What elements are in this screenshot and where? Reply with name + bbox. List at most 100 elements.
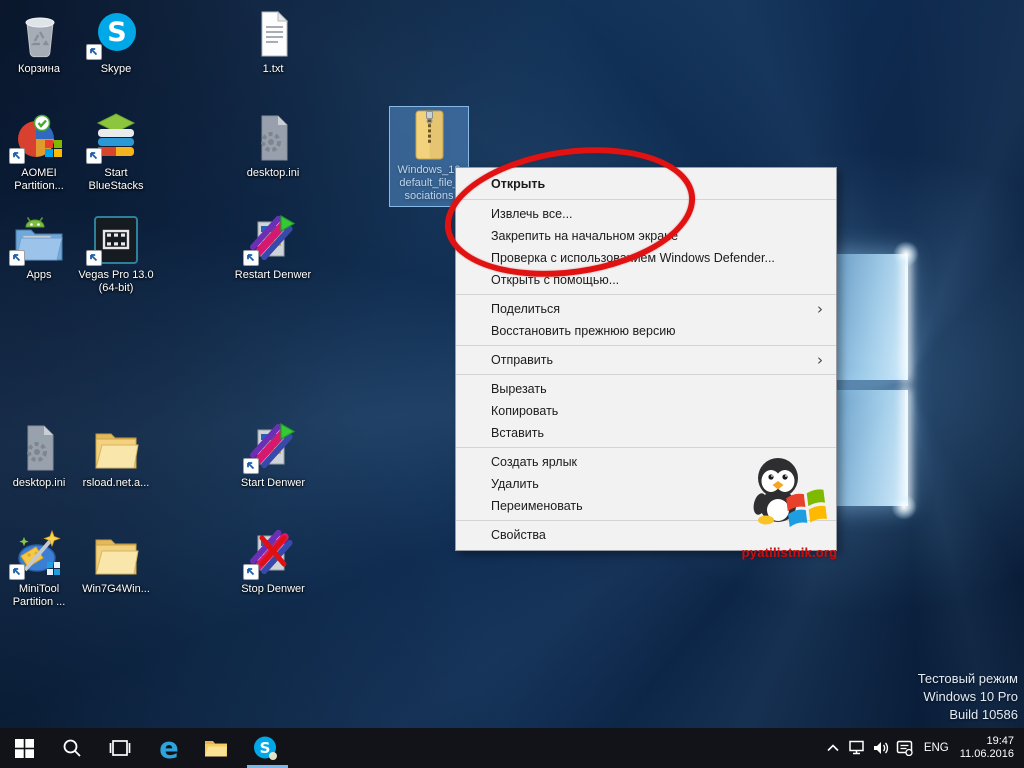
desktop-icon-1txt[interactable]: 1.txt	[234, 8, 312, 76]
denwer-feather-stop-icon	[245, 528, 301, 580]
task-view-icon	[108, 739, 132, 757]
desktop-icon-label: Start BlueStacks	[77, 167, 155, 193]
shortcut-arrow-icon	[86, 148, 102, 164]
desktop-icon-vegas-pro[interactable]: Vegas Pro 13.0 (64-bit)	[77, 214, 155, 295]
wallpaper-window-pane-top	[828, 254, 907, 380]
desktop-icon-label: Apps	[0, 269, 78, 282]
volume-icon	[872, 740, 890, 756]
site-watermark: pyatilistnik.org	[737, 450, 842, 560]
desktop-icon-rsload-folder[interactable]: rsload.net.a...	[77, 422, 155, 490]
desktop-icon-start-denwer[interactable]: Start Denwer	[234, 422, 312, 490]
desktop-icon-label: Win7G4Win...	[77, 583, 155, 596]
apps-folder-icon	[11, 214, 67, 266]
menu-item-share[interactable]: Поделиться›	[456, 298, 836, 320]
submenu-arrow-icon: ›	[817, 298, 823, 320]
menu-item-cut[interactable]: Вырезать	[456, 378, 836, 400]
search-button[interactable]	[50, 728, 94, 768]
shortcut-arrow-icon	[243, 250, 259, 266]
skype-icon: S	[88, 8, 144, 60]
windows-logo-icon	[15, 739, 34, 758]
start-button[interactable]	[2, 728, 46, 768]
tray-volume-button[interactable]	[869, 728, 893, 768]
menu-item-send-to[interactable]: Отправить›	[456, 349, 836, 371]
task-view-button[interactable]	[98, 728, 142, 768]
ini-file-icon	[11, 422, 67, 474]
menu-separator	[456, 345, 836, 346]
edge-icon: e	[159, 731, 179, 765]
tray-chevron-button[interactable]	[821, 728, 845, 768]
desktop-icon-label: desktop.ini	[234, 167, 312, 180]
chevron-up-icon	[827, 744, 839, 752]
text-file-icon	[245, 8, 301, 60]
folder-icon	[88, 528, 144, 580]
language-indicator[interactable]: ENG	[917, 742, 956, 754]
denwer-feather-icon	[245, 422, 301, 474]
shortcut-arrow-icon	[9, 250, 25, 266]
tray-action-center-button[interactable]	[893, 728, 917, 768]
desktop-icon-label: Skype	[77, 63, 155, 76]
windows-build-watermark: Тестовый режим Windows 10 Pro Build 1058…	[918, 670, 1018, 724]
edge-button[interactable]: e	[147, 728, 191, 768]
clock[interactable]: 19:47 11.06.2016	[956, 735, 1024, 761]
desktop-icon-label: Restart Denwer	[234, 269, 312, 282]
shortcut-arrow-icon	[86, 250, 102, 266]
clock-time: 19:47	[960, 735, 1014, 748]
menu-item-restore-previous-version[interactable]: Восстановить прежнюю версию	[456, 320, 836, 342]
recycle-bin-icon	[11, 8, 67, 60]
shortcut-arrow-icon	[243, 458, 259, 474]
desktop-icon-label: rsload.net.a...	[77, 477, 155, 490]
file-explorer-button[interactable]	[194, 728, 238, 768]
desktop-icon-desktop-ini[interactable]: desktop.ini	[234, 112, 312, 180]
submenu-arrow-icon: ›	[817, 349, 823, 371]
zip-file-icon	[401, 109, 457, 161]
menu-separator	[456, 374, 836, 375]
clock-date: 11.06.2016	[960, 748, 1014, 761]
skype-taskbar-button[interactable]: S	[243, 728, 287, 768]
penguin-logo	[740, 450, 840, 546]
desktop-icon-label: MiniTool Partition ...	[0, 583, 78, 609]
desktop-icon-label: Vegas Pro 13.0 (64-bit)	[77, 269, 155, 295]
desktop-icon-skype[interactable]: S Skype	[77, 8, 155, 76]
menu-item-paste[interactable]: Вставить	[456, 422, 836, 444]
shortcut-arrow-icon	[9, 564, 25, 580]
skype-icon: S	[252, 735, 278, 761]
wallpaper-glow-dot	[893, 241, 919, 267]
menu-separator	[456, 447, 836, 448]
desktop-icon-label: 1.txt	[234, 63, 312, 76]
desktop-icon-bluestacks[interactable]: Start BlueStacks	[77, 112, 155, 193]
desktop-icon-recycle-bin[interactable]: Корзина	[0, 8, 78, 76]
ini-file-icon	[245, 112, 301, 164]
svg-text:S: S	[107, 17, 126, 48]
desktop-icon-stop-denwer[interactable]: Stop Denwer	[234, 528, 312, 596]
action-center-icon	[896, 740, 913, 756]
svg-text:S: S	[260, 739, 271, 757]
desktop-screen: Корзина S Skype 1.txt	[0, 0, 1024, 768]
search-icon	[62, 738, 82, 758]
wallpaper-glow-dot	[891, 494, 917, 520]
desktop-icon-apps[interactable]: Apps	[0, 214, 78, 282]
network-icon	[848, 740, 866, 756]
menu-separator	[456, 294, 836, 295]
shortcut-arrow-icon	[243, 564, 259, 580]
desktop-icon-label: Корзина	[0, 63, 78, 76]
menu-item-copy[interactable]: Копировать	[456, 400, 836, 422]
folder-icon	[88, 422, 144, 474]
taskbar: e S	[0, 728, 1024, 768]
watermark-text: pyatilistnik.org	[737, 545, 842, 560]
desktop-icon-restart-denwer[interactable]: Restart Denwer	[234, 214, 312, 282]
aomei-partition-icon	[11, 112, 67, 164]
desktop-icon-desktop-ini-2[interactable]: desktop.ini	[0, 422, 78, 490]
desktop-icon-aomei[interactable]: AOMEI Partition...	[0, 112, 78, 193]
bluestacks-icon	[88, 112, 144, 164]
desktop-icon-win7g4win-folder[interactable]: Win7G4Win...	[77, 528, 155, 596]
shortcut-arrow-icon	[9, 148, 25, 164]
desktop-icon-label: desktop.ini	[0, 477, 78, 490]
minitool-partition-icon	[11, 528, 67, 580]
tray-network-button[interactable]	[845, 728, 869, 768]
desktop-icon-label: AOMEI Partition...	[0, 167, 78, 193]
denwer-feather-icon	[245, 214, 301, 266]
desktop-icon-minitool[interactable]: MiniTool Partition ...	[0, 528, 78, 609]
desktop-icon-label: Start Denwer	[234, 477, 312, 490]
file-explorer-icon	[204, 738, 228, 758]
vegas-pro-icon	[88, 214, 144, 266]
